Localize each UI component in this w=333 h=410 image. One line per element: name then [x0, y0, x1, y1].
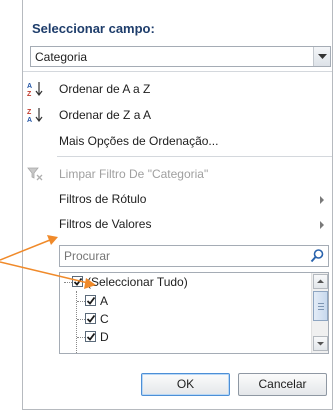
field-select[interactable]: Categoria: [30, 46, 331, 67]
list-item[interactable]: C: [60, 310, 306, 328]
checkmark-icon: [86, 314, 96, 323]
divider: [57, 156, 332, 157]
field-select-value: Categoria: [35, 50, 88, 64]
scroll-up-button[interactable]: [313, 274, 328, 289]
item-label: D: [100, 330, 109, 344]
search-box[interactable]: [59, 245, 329, 267]
menu-value-filters-label: Filtros de Valores: [59, 217, 152, 231]
menu-sort-az-label: Ordenar de A a Z: [59, 82, 151, 96]
search-input[interactable]: [60, 246, 308, 266]
sort-za-icon: Z A: [27, 107, 45, 126]
list-item[interactable]: D: [60, 328, 306, 346]
clear-filter-icon: [27, 166, 45, 185]
select-all-checkbox[interactable]: [72, 276, 83, 287]
menu-sort-za-label: Ordenar de Z a A: [59, 108, 152, 122]
menu-more-sort-options[interactable]: Mais Opções de Ordenação...: [23, 130, 332, 152]
menu-value-filters[interactable]: Filtros de Valores: [23, 213, 332, 235]
filter-values-list[interactable]: (Seleccionar Tudo) A C D: [59, 272, 329, 354]
filter-dropdown-panel: Seleccionar campo: Categoria A Z Ordenar…: [22, 0, 333, 410]
menu-label-filters-label: Filtros de Rótulo: [59, 192, 147, 206]
sort-az-icon: A Z: [27, 81, 45, 100]
checkmark-icon: [73, 277, 83, 286]
checkmark-icon: [86, 296, 96, 305]
submenu-arrow-icon: [320, 221, 324, 229]
chevron-down-icon: [317, 342, 324, 346]
list-item[interactable]: A: [60, 292, 306, 310]
search-icon[interactable]: [309, 248, 325, 267]
field-select-dropdown-button[interactable]: [313, 47, 330, 66]
item-checkbox[interactable]: [85, 331, 96, 342]
cancel-button[interactable]: Cancelar: [238, 373, 327, 396]
list-scrollbar[interactable]: [311, 273, 328, 353]
select-field-label: Seleccionar campo:: [32, 21, 155, 36]
chevron-down-icon: [318, 54, 327, 59]
item-checkbox[interactable]: [85, 313, 96, 324]
menu-sort-az[interactable]: A Z Ordenar de A a Z: [23, 78, 332, 100]
divider: [23, 71, 332, 72]
menu-sort-za[interactable]: Z A Ordenar de Z a A: [23, 104, 332, 126]
scroll-thumb[interactable]: [313, 291, 328, 321]
menu-clear-filter-label: Limpar Filtro De "Categoria": [59, 167, 209, 181]
select-all-label: (Seleccionar Tudo): [87, 275, 188, 289]
chevron-up-icon: [317, 279, 324, 283]
select-all-item[interactable]: (Seleccionar Tudo): [60, 273, 306, 291]
svg-text:A: A: [27, 83, 32, 90]
item-label: C: [100, 312, 109, 326]
menu-more-sort-options-label: Mais Opções de Ordenação...: [59, 134, 219, 148]
svg-text:Z: Z: [27, 109, 32, 116]
menu-label-filters[interactable]: Filtros de Rótulo: [23, 188, 332, 210]
svg-text:A: A: [27, 117, 32, 123]
menu-clear-filter[interactable]: Limpar Filtro De "Categoria": [23, 163, 332, 185]
svg-text:Z: Z: [27, 91, 32, 97]
scroll-down-button[interactable]: [313, 336, 328, 351]
checkmark-icon: [86, 332, 96, 341]
item-label: A: [100, 294, 109, 308]
ok-button[interactable]: OK: [141, 373, 230, 396]
submenu-arrow-icon: [320, 196, 324, 204]
item-checkbox[interactable]: [85, 295, 96, 306]
